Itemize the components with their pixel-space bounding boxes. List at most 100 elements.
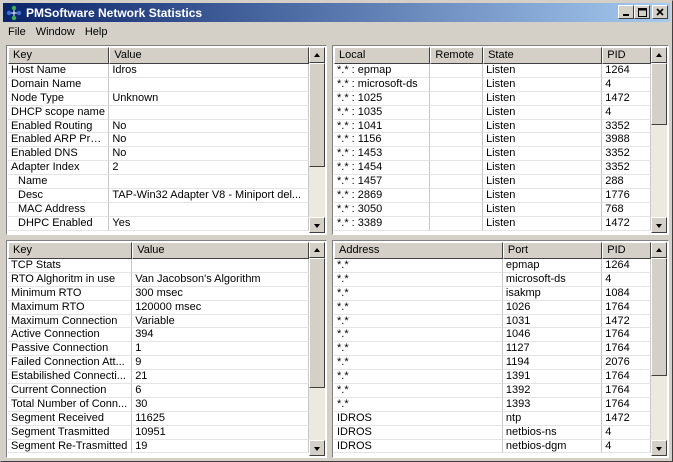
scroll-thumb[interactable] — [309, 63, 325, 167]
table-row[interactable]: Enabled Routing No — [8, 119, 309, 134]
table-row[interactable]: Total Number of Conn... 30 — [8, 397, 309, 412]
table-row[interactable]: *.* : 1041 Listen 3352 — [334, 119, 651, 134]
table-row[interactable]: Domain Name — [8, 77, 309, 92]
table-row[interactable]: RTO Alghoritm in use Van Jacobson's Algor… — [8, 272, 309, 287]
table-cell: 300 msec — [132, 286, 309, 301]
title-bar[interactable]: PMSoftware Network Statistics — [3, 3, 670, 22]
column-header-key[interactable]: Key — [8, 47, 110, 64]
tcp-scrollbar[interactable] — [309, 242, 325, 456]
table-cell: *.* : 1453 — [334, 147, 431, 162]
table-cell: netbios-ns — [502, 425, 603, 440]
table-row[interactable]: Node Type Unknown — [8, 91, 309, 106]
table-row[interactable]: *.* : 1156 Listen 3988 — [334, 133, 651, 148]
scroll-down-arrow-icon[interactable] — [651, 217, 667, 233]
column-header-key[interactable]: Key — [8, 242, 133, 259]
table-row[interactable]: Current Connection 6 — [8, 384, 309, 398]
table-row[interactable]: *.* 1393 1764 — [334, 397, 651, 412]
column-header-pid[interactable]: PID — [602, 47, 651, 64]
table-row[interactable]: *.* : 3050 Listen 768 — [334, 202, 651, 217]
table-row[interactable]: TCP Stats — [8, 259, 309, 273]
scroll-thumb[interactable] — [651, 258, 667, 376]
table-row[interactable]: Segment Re-Trasmitted 19 — [8, 439, 309, 454]
table-row[interactable]: Failed Connection Att... 9 — [8, 356, 309, 371]
scroll-up-arrow-icon[interactable] — [309, 47, 325, 63]
scroll-up-arrow-icon[interactable] — [309, 242, 325, 258]
table-row[interactable]: *.* : 1453 Listen 3352 — [334, 147, 651, 162]
table-row[interactable]: Enabled DNS No — [8, 147, 309, 162]
table-row[interactable]: *.* epmap 1264 — [334, 259, 651, 273]
table-row[interactable]: MAC Address — [8, 202, 309, 217]
scroll-up-arrow-icon[interactable] — [651, 242, 667, 258]
table-row[interactable]: *.* isakmp 1084 — [334, 286, 651, 301]
column-header-pid[interactable]: PID — [602, 242, 651, 259]
menu-file[interactable]: File — [3, 26, 31, 38]
scroll-down-arrow-icon[interactable] — [309, 440, 325, 456]
table-row[interactable]: Maximum Connection Variable — [8, 314, 309, 329]
table-cell: 1393 — [502, 397, 603, 412]
table-row[interactable]: *.* 1392 1764 — [334, 384, 651, 398]
table-row[interactable]: Segment Trasmitted 10951 — [8, 425, 309, 440]
table-cell: 4 — [602, 77, 651, 92]
table-row[interactable]: DHPC Enabled Yes — [8, 216, 309, 231]
table-row[interactable]: *.* 1031 1472 — [334, 314, 651, 329]
table-row[interactable]: Maximum RTO 120000 msec — [8, 300, 309, 315]
table-row[interactable]: Host Name Idros — [8, 64, 309, 78]
ports-scrollbar[interactable] — [651, 242, 667, 456]
table-row[interactable]: *.* microsoft-ds 4 — [334, 272, 651, 287]
table-row[interactable]: *.* : 1457 Listen 288 — [334, 175, 651, 190]
table-row[interactable]: *.* 1026 1764 — [334, 300, 651, 315]
menu-window[interactable]: Window — [31, 26, 80, 38]
table-row[interactable]: Segment Received 11625 — [8, 411, 309, 426]
column-header-port[interactable]: Port — [502, 242, 603, 259]
column-header-value[interactable]: Value — [109, 47, 309, 64]
table-cell: 768 — [602, 202, 651, 217]
table-row[interactable]: *.* : 1454 Listen 3352 — [334, 161, 651, 176]
table-row[interactable]: *.* : epmap Listen 1264 — [334, 64, 651, 78]
scroll-up-arrow-icon[interactable] — [651, 47, 667, 63]
maximize-button[interactable] — [634, 5, 650, 19]
table-row[interactable]: *.* : 1025 Listen 1472 — [334, 91, 651, 106]
scroll-down-arrow-icon[interactable] — [651, 440, 667, 456]
adapter-scrollbar[interactable] — [309, 47, 325, 233]
table-cell: RTO Alghoritm in use — [8, 272, 133, 287]
column-header-remote[interactable]: Remote — [430, 47, 484, 64]
table-cell — [430, 105, 484, 120]
table-cell: Listen — [483, 189, 603, 203]
table-row[interactable]: *.* 1194 2076 — [334, 356, 651, 371]
adapter-header: Key Value — [8, 47, 309, 64]
table-row[interactable]: IDROS ntp 1472 — [334, 411, 651, 426]
table-row[interactable]: *.* : microsoft-ds Listen 4 — [334, 77, 651, 92]
table-row[interactable]: Estabilished Connecti... 21 — [8, 370, 309, 385]
table-row[interactable]: Name — [8, 175, 309, 190]
column-header-value[interactable]: Value — [132, 242, 309, 259]
table-row[interactable]: *.* : 1035 Listen 4 — [334, 105, 651, 120]
table-row[interactable]: *.* : 3389 Listen 1472 — [334, 216, 651, 231]
table-row[interactable]: Minimum RTO 300 msec — [8, 286, 309, 301]
column-header-local[interactable]: Local — [334, 47, 431, 64]
table-row[interactable]: IDROS netbios-dgm 4 — [334, 439, 651, 454]
table-cell: 21 — [132, 370, 309, 385]
table-row[interactable]: *.* : 2869 Listen 1776 — [334, 189, 651, 203]
table-cell — [430, 202, 484, 217]
table-row[interactable]: Adapter Index 2 — [8, 161, 309, 176]
column-header-state[interactable]: State — [483, 47, 603, 64]
table-cell: Enabled DNS — [8, 147, 110, 162]
table-row[interactable]: *.* 1391 1764 — [334, 370, 651, 385]
table-row[interactable]: Active Connection 394 — [8, 328, 309, 343]
table-row[interactable]: *.* 1046 1764 — [334, 328, 651, 343]
table-row[interactable]: IDROS netbios-ns 4 — [334, 425, 651, 440]
connections-scrollbar[interactable] — [651, 47, 667, 233]
table-row[interactable]: DHCP scope name — [8, 105, 309, 120]
menu-help[interactable]: Help — [80, 26, 113, 38]
scroll-down-arrow-icon[interactable] — [309, 217, 325, 233]
scroll-thumb[interactable] — [309, 258, 325, 388]
table-cell: Van Jacobson's Algorithm — [132, 272, 309, 287]
table-row[interactable]: Desc TAP-Win32 Adapter V8 - Miniport del.… — [8, 189, 309, 203]
scroll-thumb[interactable] — [651, 63, 667, 125]
table-row[interactable]: Passive Connection 1 — [8, 342, 309, 357]
table-row[interactable]: Enabled ARP Proxy No — [8, 133, 309, 148]
column-header-address[interactable]: Address — [334, 242, 503, 259]
close-button[interactable] — [652, 5, 668, 19]
minimize-button[interactable] — [618, 5, 634, 19]
table-row[interactable]: *.* 1127 1764 — [334, 342, 651, 357]
